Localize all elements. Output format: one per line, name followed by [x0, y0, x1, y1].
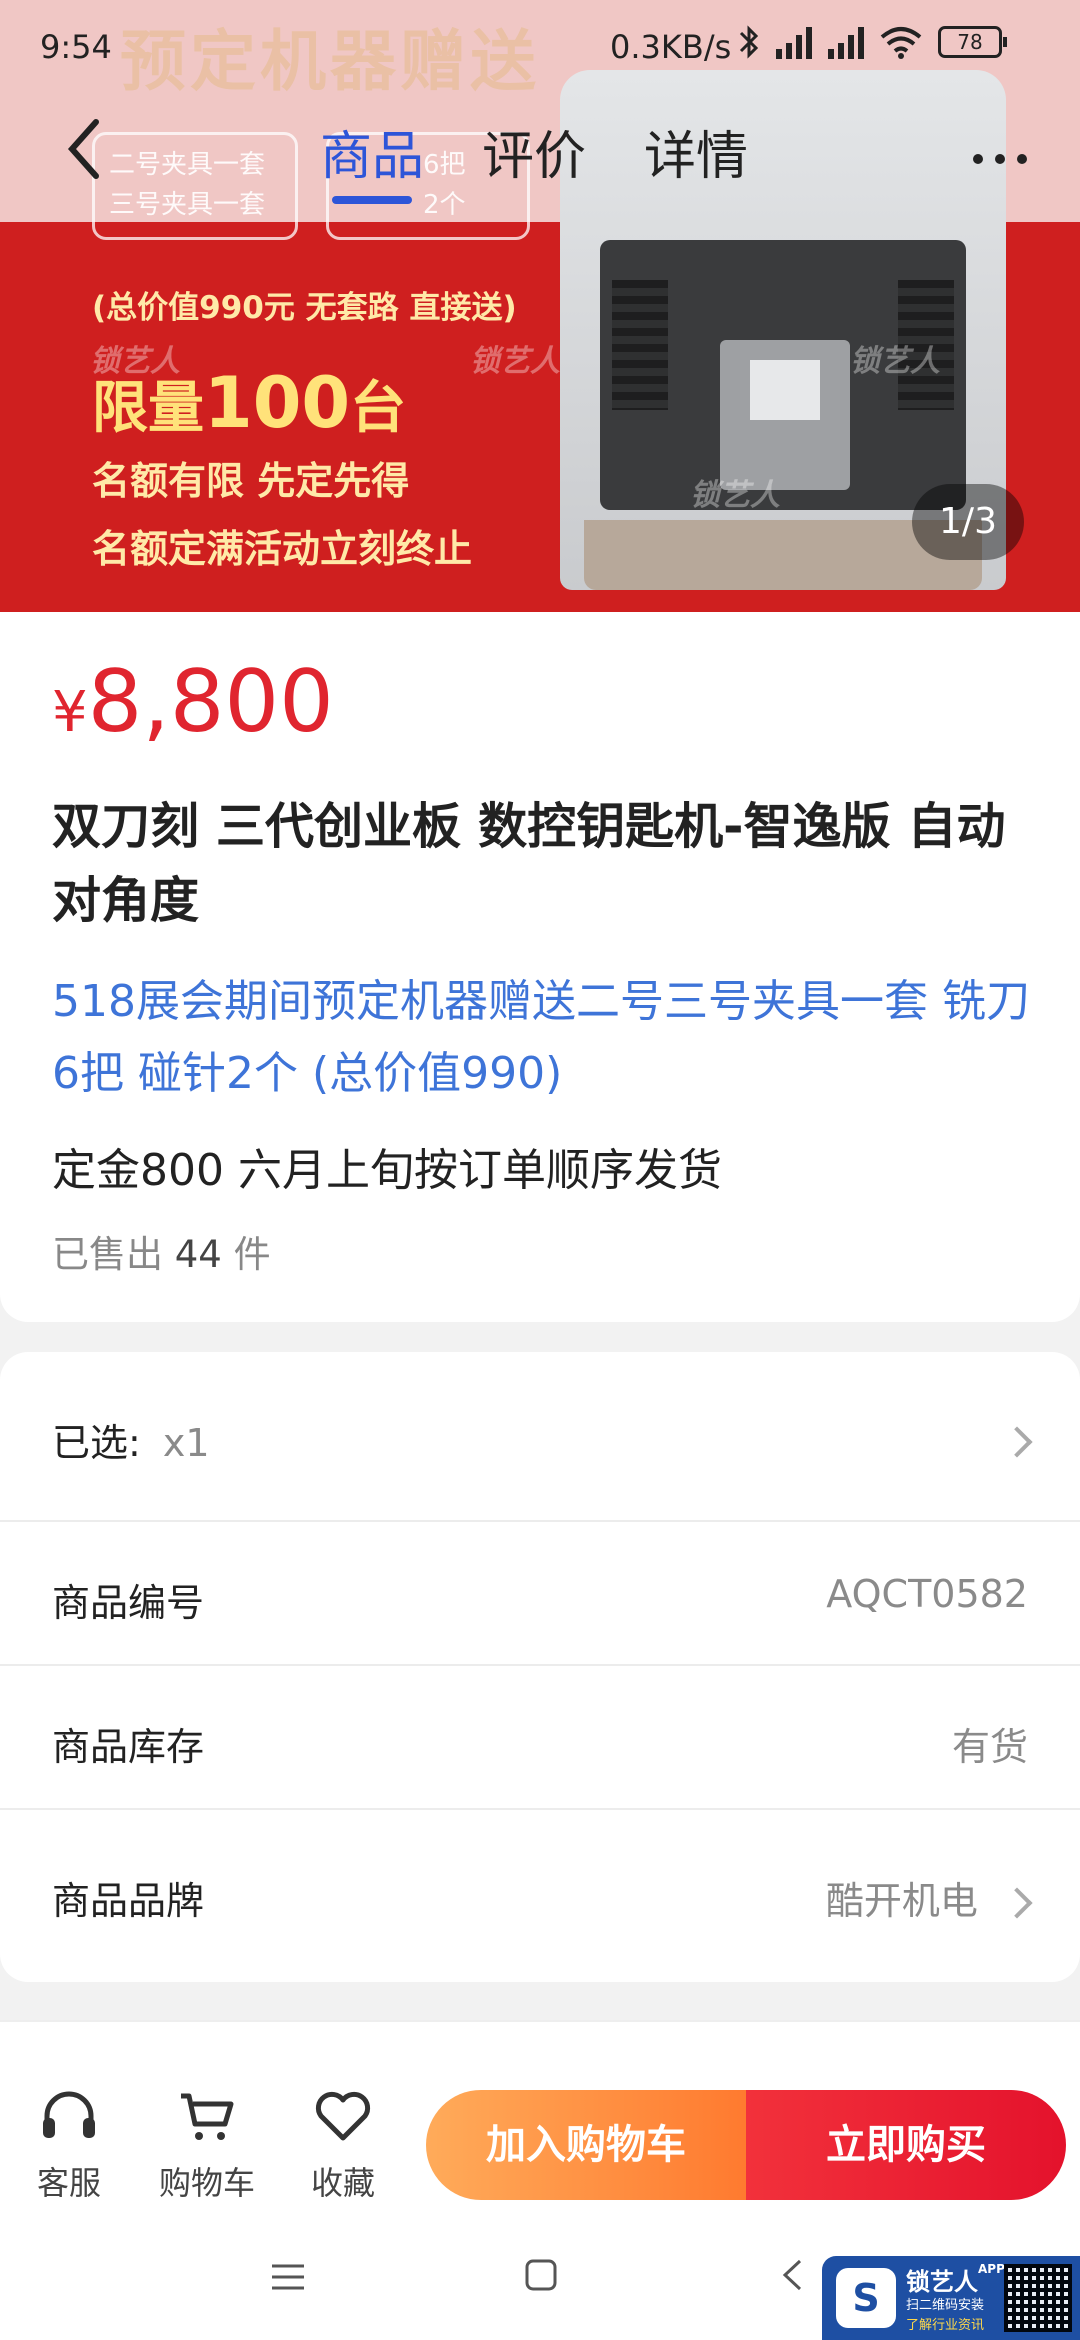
machine-vent [612, 280, 668, 410]
top-nav-bar: 商品 评价 详情 [0, 96, 1080, 222]
product-brand-row[interactable]: 商品品牌 酷开机电 [0, 1810, 1080, 1982]
deposit-note: 定金800 六月上旬按订单顺序发货 [52, 1145, 722, 1196]
banner-watermark: 锁艺人 [850, 344, 940, 379]
product-code-label: 商品编号 [52, 1581, 205, 1625]
app-promo-line2: 了解行业资讯 [906, 2318, 985, 2333]
customer-service-button[interactable]: 客服 [14, 2088, 124, 2204]
price-value: 8,800 [87, 652, 334, 752]
sold-number: 44 [174, 1233, 222, 1276]
banner-watermark: 锁艺人 [90, 344, 180, 379]
favorite-button[interactable]: 收藏 [288, 2088, 398, 2204]
banner-limit-prefix: 限量 [92, 376, 204, 441]
spec-card: 已选: x1 商品编号 AQCT0582 商品库存 有货 商品品牌 酷开机电 [0, 1352, 1080, 1982]
app-name: 锁艺人APP [906, 2262, 1005, 2297]
headset-icon [43, 2091, 95, 2138]
more-options-button[interactable] [970, 118, 1030, 183]
system-back-icon[interactable] [780, 2256, 804, 2302]
qr-code-icon [1004, 2264, 1072, 2332]
service-label: 客服 [36, 2164, 101, 2202]
product-code-row: 商品编号 AQCT0582 [0, 1522, 1080, 1666]
chevron-right-icon [1001, 1418, 1033, 1462]
app-superscript: APP [978, 2262, 1005, 2276]
chevron-left-icon [67, 119, 99, 179]
selected-label: 已选: x1 [52, 1412, 210, 1467]
banner-limit-number: 100 [204, 362, 351, 444]
tab-product[interactable]: 商品 [320, 114, 424, 204]
product-promo: 518展会期间预定机器赠送二号三号夹具一套 铣刀6把 碰针2个 (总价值990) [52, 976, 1030, 1099]
bottom-action-bar: 客服 购物车 收藏 加入购物车 立即购买 [0, 2020, 1080, 2216]
product-stock-value: 有货 [951, 1725, 1028, 1769]
signal-icon [828, 25, 864, 59]
product-code-value: AQCT0582 [826, 1572, 1028, 1616]
add-to-cart-button[interactable]: 加入购物车 [426, 2090, 746, 2200]
shopping-cart-icon [181, 2093, 234, 2140]
product-title: 双刀刻 三代创业板 数控钥匙机-智逸版 自动对角度 [52, 798, 1006, 929]
more-dots-icon [973, 154, 1027, 164]
banner-end-line: 名额定满活动立刻终止 [92, 527, 473, 571]
wifi-icon [880, 27, 922, 59]
product-price: ¥8,800 [52, 652, 334, 752]
signal-icon [776, 25, 812, 59]
app-promo-watermark: S 锁艺人APP 扫二维码安装 了解行业资讯 [822, 2256, 1080, 2340]
product-info-card: ¥8,800 双刀刻 三代创业板 数控钥匙机-智逸版 自动对角度 518展会期间… [0, 612, 1080, 1322]
product-brand-label: 商品品牌 [52, 1879, 205, 1923]
tab-details[interactable]: 详情 [644, 114, 748, 204]
nav-tabs: 商品 评价 详情 [320, 114, 748, 204]
selected-label-text: 已选: [52, 1421, 141, 1465]
home-icon[interactable] [524, 2256, 558, 2302]
menu-icon[interactable] [270, 2256, 306, 2302]
selected-option-row[interactable]: 已选: x1 [0, 1352, 1080, 1522]
sold-count: 已售出 44 件 [52, 1224, 271, 1278]
currency-symbol: ¥ [52, 680, 88, 745]
banner-limit-suffix: 台 [350, 376, 407, 441]
cart-button[interactable]: 购物车 [152, 2088, 262, 2204]
heart-icon [315, 2091, 371, 2141]
image-page-counter: 1/3 [912, 484, 1024, 560]
status-bar: 9:54 0.3KB/s 78 [0, 0, 1080, 96]
banner-watermark: 锁艺人 [470, 344, 560, 379]
sold-unit: 件 [233, 1233, 271, 1276]
bluetooth-icon [739, 25, 759, 59]
brand-name: 酷开机电 [825, 1879, 978, 1923]
app-name-text: 锁艺人 [906, 2268, 978, 2296]
status-time: 9:54 [40, 28, 112, 66]
back-button[interactable] [64, 114, 120, 194]
banner-total-value: (总价值990元 无套路 直接送) [92, 290, 517, 326]
product-stock-row: 商品库存 有货 [0, 1666, 1080, 1810]
battery-icon: 78 [938, 26, 1007, 58]
chevron-right-icon [1001, 1887, 1033, 1919]
product-stock-label: 商品库存 [52, 1725, 205, 1769]
banner-watermark: 锁艺人 [690, 478, 780, 513]
tab-reviews[interactable]: 评价 [482, 114, 586, 204]
favorite-label: 收藏 [310, 2164, 375, 2202]
selected-quantity: x1 [162, 1421, 210, 1465]
banner-quota-line: 名额有限 先定先得 [92, 459, 410, 503]
app-logo-icon: S [836, 2268, 896, 2328]
product-brand-value: 酷开机电 [825, 1870, 1033, 1925]
machine-clamp [720, 340, 850, 490]
status-icons: 78 [738, 24, 1007, 60]
status-network-speed: 0.3KB/s [610, 28, 732, 66]
sold-prefix: 已售出 [52, 1233, 163, 1276]
cart-label: 购物车 [158, 2164, 255, 2202]
buy-now-button[interactable]: 立即购买 [746, 2090, 1066, 2200]
app-promo-line1: 扫二维码安装 [906, 2298, 985, 2313]
